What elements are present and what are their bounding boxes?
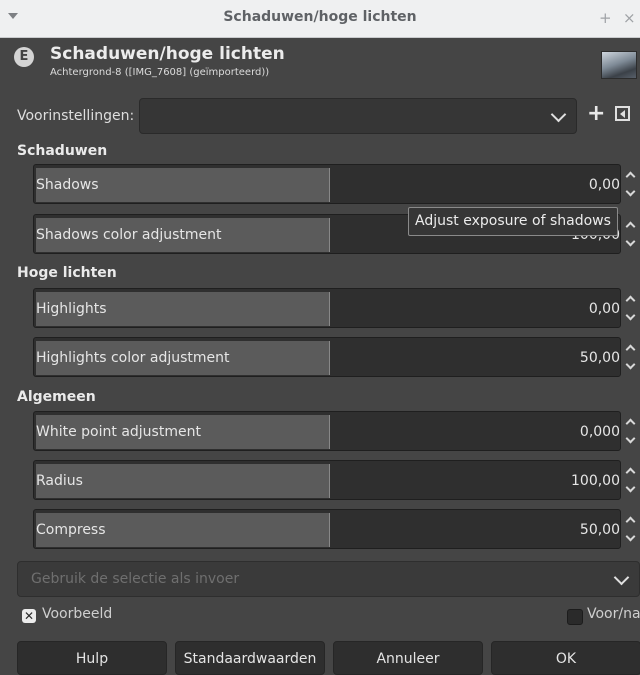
chevron-up-icon[interactable] bbox=[625, 221, 636, 232]
shadows-label: Shadows bbox=[36, 177, 99, 193]
chevron-down-icon[interactable] bbox=[625, 359, 636, 370]
shadows-spin[interactable] bbox=[624, 164, 638, 204]
highlights-color-value[interactable]: 50,00 bbox=[580, 350, 620, 366]
window-title: Schaduwen/hoge lichten bbox=[223, 9, 417, 25]
layer-thumbnail bbox=[601, 51, 637, 79]
chevron-down-icon[interactable] bbox=[625, 236, 636, 247]
chevron-down-icon[interactable] bbox=[625, 531, 636, 542]
radius-value[interactable]: 100,00 bbox=[571, 473, 620, 489]
preview-checkbox[interactable]: ✕ bbox=[22, 609, 36, 623]
cancel-button[interactable]: Annuleer bbox=[333, 641, 483, 675]
preview-label[interactable]: Voorbeeld bbox=[42, 606, 112, 622]
white-point-value[interactable]: 0,000 bbox=[580, 424, 620, 440]
layer-subtitle: Achtergrond-8 ([IMG_7608] (geïmporteerd)… bbox=[50, 67, 270, 78]
close-icon[interactable]: × bbox=[623, 9, 636, 27]
filter-icon: E bbox=[14, 47, 34, 67]
highlights-label: Highlights bbox=[36, 301, 107, 317]
section-highlights: Hoge lichten bbox=[17, 265, 117, 281]
chevron-down-icon[interactable] bbox=[625, 482, 636, 493]
radius-slider[interactable]: Radius 100,00 bbox=[33, 460, 621, 500]
selection-input-text: Gebruik de selectie als invoer bbox=[31, 571, 240, 587]
dialog-heading: Schaduwen/hoge lichten bbox=[50, 44, 285, 64]
chevron-up-icon[interactable] bbox=[625, 467, 636, 478]
chevron-down-icon[interactable] bbox=[625, 310, 636, 321]
chevron-up-icon[interactable] bbox=[625, 516, 636, 527]
chevron-up-icon[interactable] bbox=[625, 295, 636, 306]
chevron-down-icon[interactable] bbox=[625, 186, 636, 197]
chevron-up-icon[interactable] bbox=[625, 344, 636, 355]
shadows-color-spin[interactable] bbox=[624, 214, 638, 254]
highlights-value[interactable]: 0,00 bbox=[589, 301, 620, 317]
highlights-spin[interactable] bbox=[624, 288, 638, 328]
chevron-up-icon[interactable] bbox=[625, 171, 636, 182]
shadows-value[interactable]: 0,00 bbox=[589, 177, 620, 193]
compress-slider[interactable]: Compress 50,00 bbox=[33, 509, 621, 549]
help-button[interactable]: Hulp bbox=[17, 641, 167, 675]
chevron-down-icon bbox=[613, 569, 630, 586]
highlights-color-slider[interactable]: Highlights color adjustment 50,00 bbox=[33, 337, 621, 377]
chevron-up-icon[interactable] bbox=[625, 418, 636, 429]
white-point-spin[interactable] bbox=[624, 411, 638, 451]
title-bar: Schaduwen/hoge lichten + × bbox=[0, 0, 640, 38]
dialog-window: Schaduwen/hoge lichten + × E Schaduwen/h… bbox=[0, 0, 640, 675]
presets-combo[interactable] bbox=[139, 98, 577, 134]
add-preset-button[interactable]: + bbox=[587, 101, 605, 126]
white-point-slider[interactable]: White point adjustment 0,000 bbox=[33, 411, 621, 451]
section-general: Algemeen bbox=[17, 389, 96, 405]
highlights-color-label: Highlights color adjustment bbox=[36, 350, 230, 366]
highlights-slider[interactable]: Highlights 0,00 bbox=[33, 288, 621, 328]
chevron-down-icon bbox=[550, 106, 567, 123]
white-point-label: White point adjustment bbox=[36, 424, 201, 440]
selection-input-combo[interactable]: Gebruik de selectie als invoer bbox=[17, 561, 640, 597]
ok-button[interactable]: OK bbox=[491, 641, 640, 675]
shadows-slider[interactable]: Shadows 0,00 bbox=[33, 164, 621, 204]
compress-label: Compress bbox=[36, 522, 106, 538]
preset-menu-icon[interactable] bbox=[615, 106, 630, 121]
radius-label: Radius bbox=[36, 473, 83, 489]
compress-spin[interactable] bbox=[624, 509, 638, 549]
presets-label: Voorinstellingen: bbox=[17, 108, 135, 124]
keep-above-icon[interactable]: + bbox=[599, 9, 612, 27]
highlights-color-spin[interactable] bbox=[624, 337, 638, 377]
split-view-label[interactable]: Voor/na bbox=[587, 606, 640, 622]
shadows-color-label: Shadows color adjustment bbox=[36, 227, 222, 243]
section-shadows: Schaduwen bbox=[17, 143, 108, 159]
compress-value[interactable]: 50,00 bbox=[580, 522, 620, 538]
chevron-down-icon[interactable] bbox=[625, 433, 636, 444]
split-view-checkbox[interactable] bbox=[567, 609, 583, 625]
radius-spin[interactable] bbox=[624, 460, 638, 500]
defaults-button[interactable]: Standaardwaarden bbox=[175, 641, 325, 675]
shadows-tooltip: Adjust exposure of shadows bbox=[408, 207, 618, 236]
